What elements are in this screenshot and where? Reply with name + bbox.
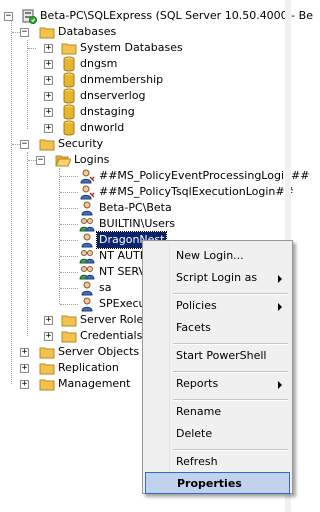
management-label: Management [58,377,131,390]
menu-item-reports[interactable]: Reports [145,373,290,395]
login-user-icon [80,169,95,184]
collapse-toggle[interactable]: − [4,12,13,21]
database-label: dnserverlog [80,89,146,102]
folder-icon [39,139,55,151]
login-label: ##MS_PolicyTsqlExecutionLogin## [99,185,294,198]
menu-item-start-powershell[interactable]: Start PowerShell [145,345,290,367]
login-user-icon [81,233,93,248]
logins-label: Logins [74,153,110,166]
collapse-toggle[interactable]: − [20,28,29,37]
menu-item-script-login-as[interactable]: Script Login as [145,267,290,289]
menu-item-delete[interactable]: Delete [145,423,290,445]
database-label: dnstaging [80,105,135,118]
context-menu: New Login... Script Login as Policies Fa… [142,240,293,494]
expand-toggle[interactable]: + [44,108,53,117]
database-label: dngsm [80,57,118,70]
login-label: NT AUTH [99,249,149,262]
collapse-toggle[interactable]: − [36,156,45,165]
server-label: Beta-PC\SQLExpress (SQL Server 10.50.400… [40,9,313,22]
replication-label: Replication [58,361,119,374]
folder-icon [39,363,55,375]
folder-icon [39,379,55,391]
login-group-icon [79,250,95,264]
expand-toggle[interactable]: + [44,60,53,69]
submenu-arrow-icon [278,303,282,311]
folder-icon [61,315,77,327]
login-group-icon [79,266,95,280]
login-label: NT SERV [99,265,146,278]
tree-connector [27,152,28,336]
folder-icon [61,331,77,343]
database-label: dnmembership [80,73,164,86]
expand-toggle[interactable]: + [20,380,29,389]
login-user-icon [81,297,93,312]
folder-icon [61,43,77,55]
expand-toggle[interactable]: + [44,332,53,341]
databases-label: Databases [58,25,117,38]
login-user-icon [80,185,95,200]
login-label: ##MS_PolicyEventProcessingLogin## [99,169,310,182]
login-user-icon [81,281,93,296]
database-icon [63,72,75,88]
menu-item-rename[interactable]: Rename [145,401,290,423]
menu-item-new-login[interactable]: New Login... [145,245,290,267]
collapse-toggle[interactable]: − [20,140,29,149]
tree-connector [59,168,60,304]
menu-item-facets[interactable]: Facets [145,317,290,339]
login-label: sa [99,281,112,294]
login-label: SPExecu [99,297,146,310]
submenu-arrow-icon [278,381,282,389]
folder-icon [39,347,55,359]
database-icon [63,104,75,120]
expand-toggle[interactable]: + [44,44,53,53]
database-label: dnworld [80,121,125,134]
expand-toggle[interactable]: + [44,92,53,101]
expand-toggle[interactable]: + [44,76,53,85]
server-icon [22,9,37,24]
server-objects-label: Server Objects [58,345,140,358]
server-roles-label: Server Roles [80,313,150,326]
security-label: Security [58,137,104,150]
expand-toggle[interactable]: + [20,364,29,373]
submenu-arrow-icon [278,275,282,283]
tree-connector [11,16,12,384]
expand-toggle[interactable]: + [44,316,53,325]
login-label: BUILTIN\Users [99,217,176,230]
database-icon [63,88,75,104]
menu-item-refresh[interactable]: Refresh [145,451,290,473]
login-user-icon [81,201,93,216]
menu-item-properties[interactable]: Properties [145,472,290,494]
system-databases-label: System Databases [80,41,183,54]
menu-item-policies[interactable]: Policies [145,295,290,317]
folder-open-icon [55,155,71,167]
tree-connector [27,40,28,129]
login-label: Beta-PC\Beta [99,201,172,214]
database-icon [63,56,75,72]
folder-icon [39,27,55,39]
expand-toggle[interactable]: + [20,348,29,357]
expand-toggle[interactable]: + [44,124,53,133]
database-icon [63,120,75,136]
login-group-icon [79,218,95,232]
credentials-label: Credentials [80,329,143,342]
